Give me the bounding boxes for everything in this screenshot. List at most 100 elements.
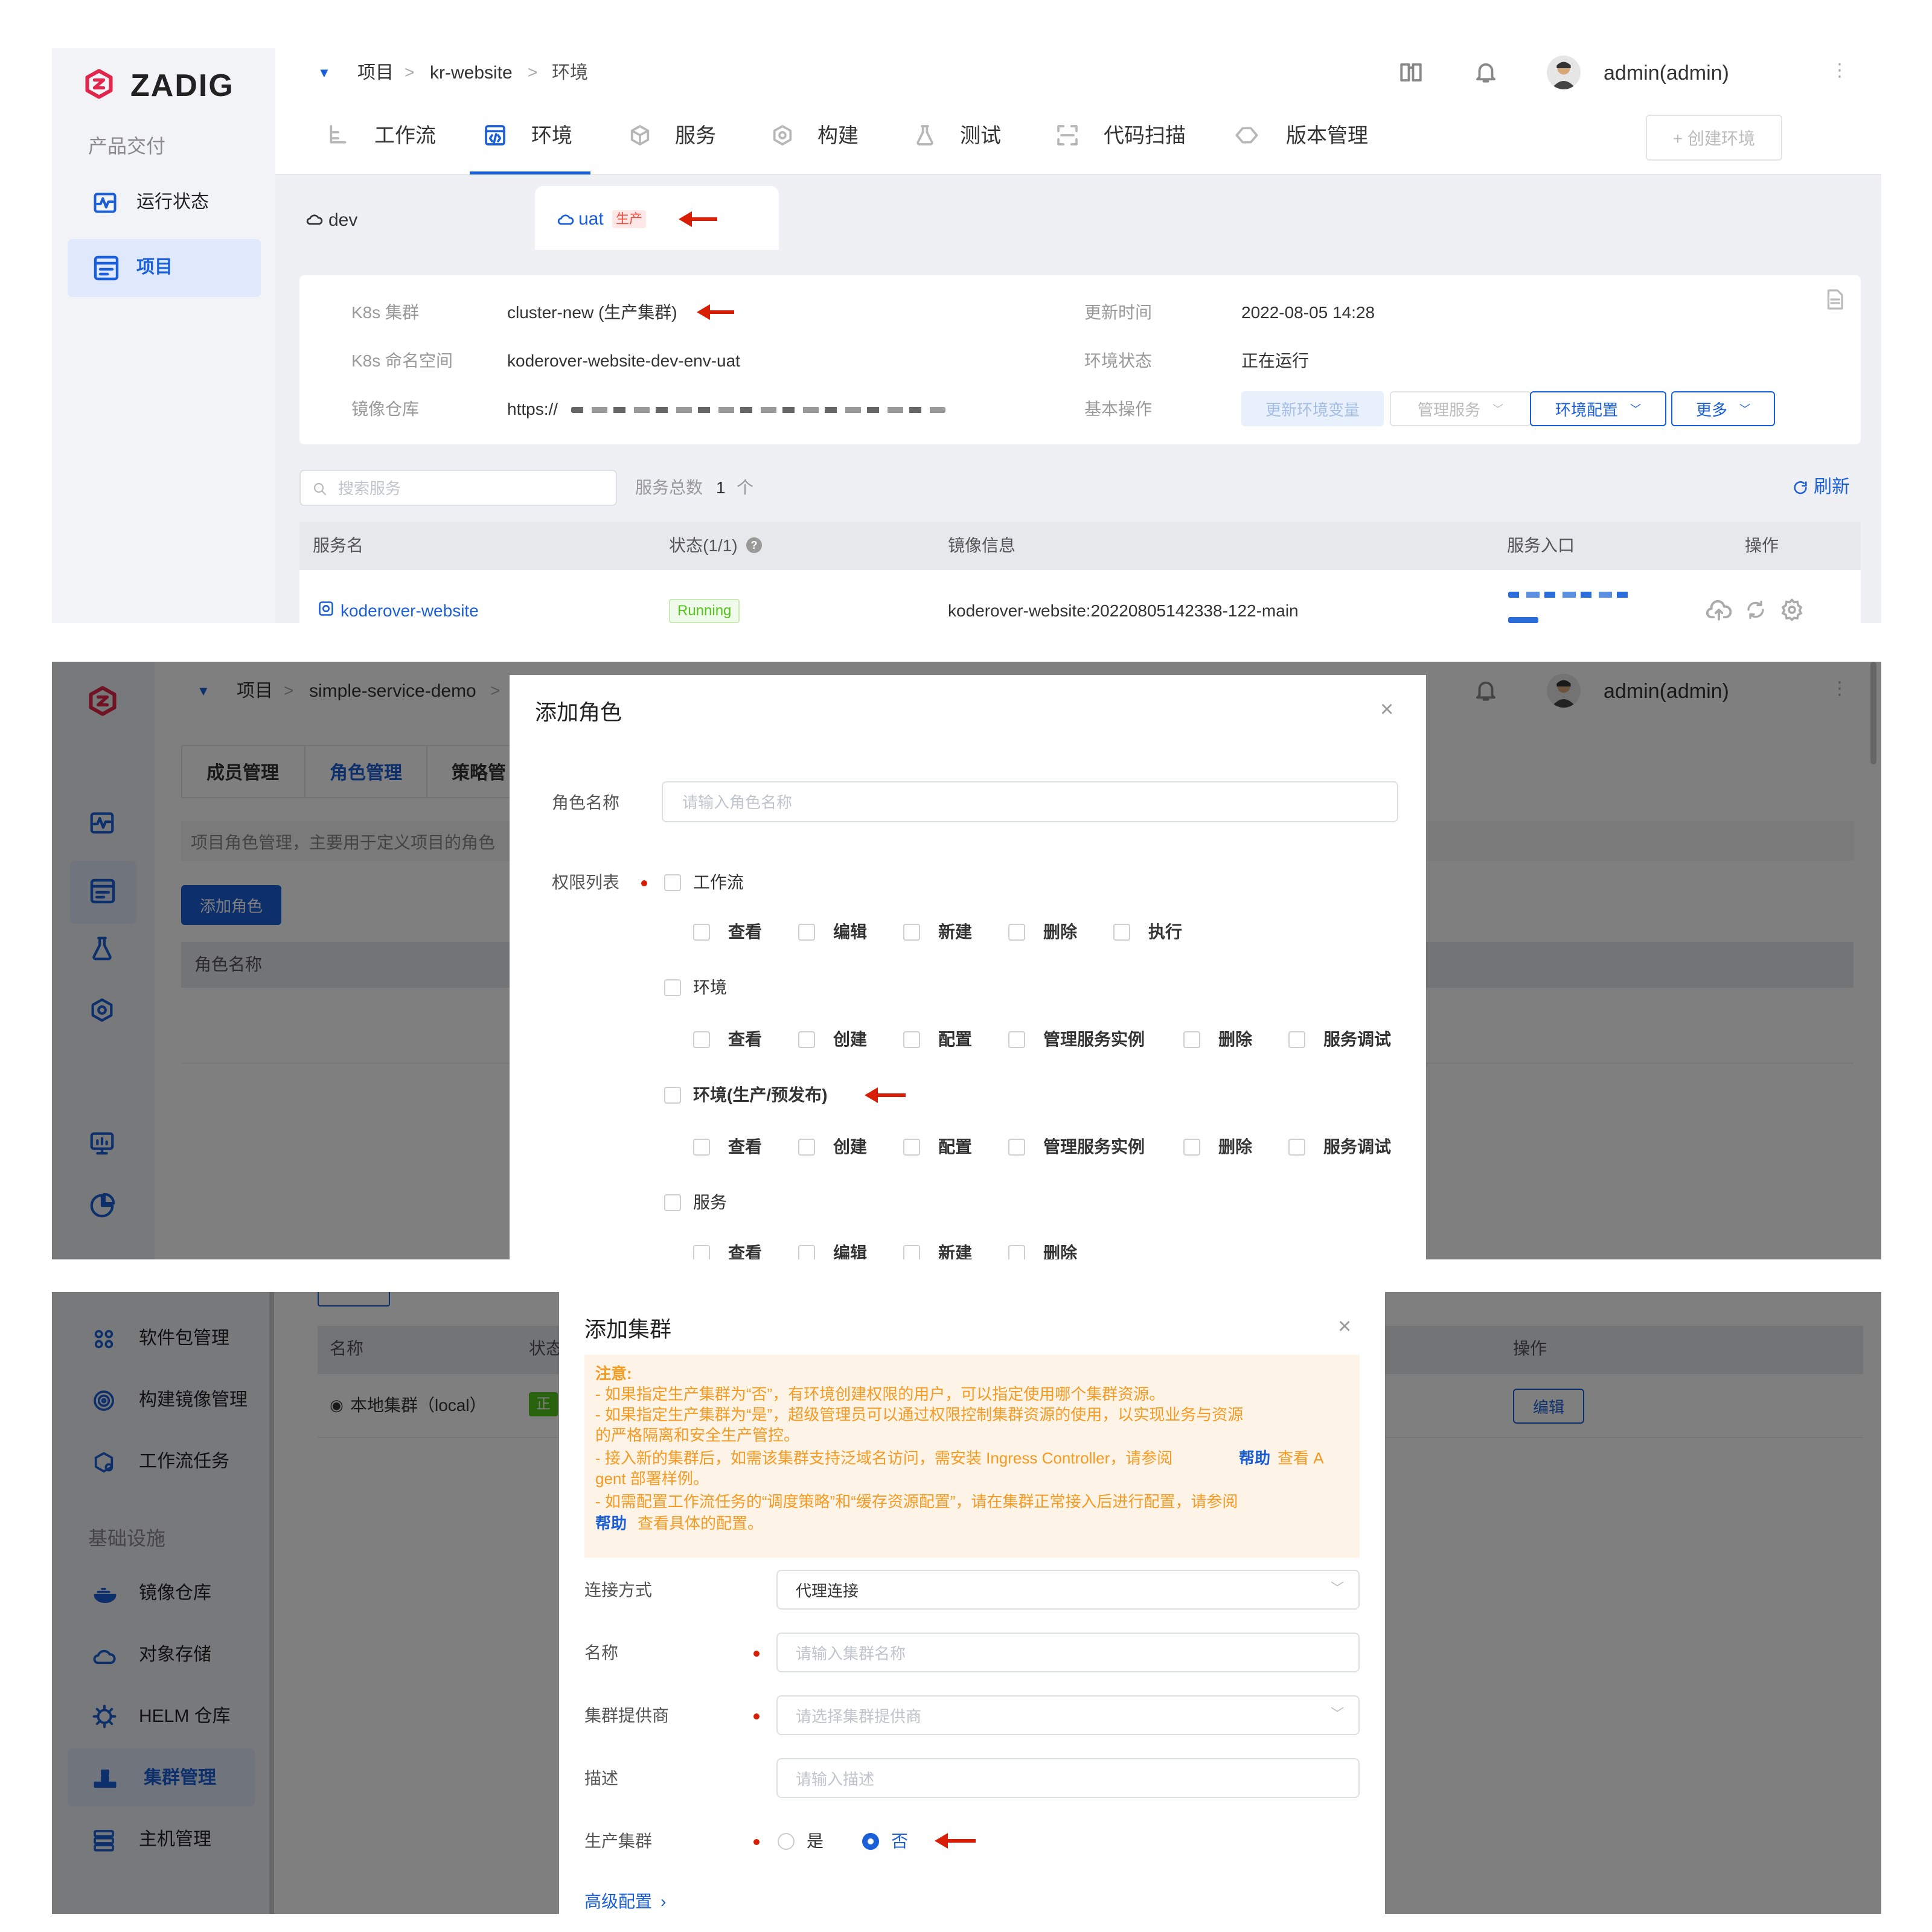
refresh-link[interactable]: 刷新 (1814, 478, 1850, 496)
repo-value: https:// (507, 400, 558, 418)
version-icon (1234, 123, 1259, 147)
avatar[interactable] (1547, 56, 1581, 89)
advanced-config-link[interactable]: 高级配置 › (584, 1893, 666, 1910)
workflow-icon (326, 123, 350, 147)
notice-line: - 接入新的集群后，如需该集群支持泛域名访问，需安装 Ingress Contr… (595, 1449, 1173, 1467)
tab-service[interactable]: 服务 (675, 126, 716, 146)
repo-label: 镜像仓库 (351, 400, 420, 418)
update-env-vars-button[interactable]: 更新环境变量 (1241, 391, 1384, 426)
content-area: dev uat 生产 K8s 集群 cluster-new (生产集群) K8s… (275, 175, 1881, 623)
blurred-service-entry (1508, 617, 1538, 623)
settings-icon[interactable] (1780, 598, 1804, 622)
perm-checkbox[interactable] (903, 1245, 920, 1259)
perm-checkbox[interactable] (693, 924, 710, 941)
workflow-checkbox[interactable] (664, 874, 681, 891)
tab-test[interactable]: 测试 (960, 126, 1001, 146)
provider-select[interactable]: 请选择集群提供商 ﹀ (776, 1695, 1360, 1735)
radio-yes[interactable] (778, 1833, 795, 1850)
perm-label: 删除 (1043, 923, 1078, 941)
namespace-value: koderover-website-dev-env-uat (507, 351, 740, 370)
perm-label: 新建 (938, 923, 973, 941)
perm-checkbox[interactable] (798, 1245, 815, 1259)
sidebar-item-project[interactable]: 项目 (68, 239, 261, 297)
upload-cloud-icon[interactable] (1706, 599, 1732, 621)
help-icon[interactable]: ? (746, 537, 762, 553)
env-config-button[interactable]: 环境配置 ﹀ (1530, 391, 1666, 426)
environment-icon (483, 123, 507, 147)
perm-checkbox[interactable] (693, 1139, 710, 1156)
perm-label: 创建 (833, 1137, 868, 1156)
breadcrumb-project[interactable]: kr-website (430, 64, 513, 82)
perm-checkbox[interactable] (1008, 924, 1025, 941)
perm-checkbox[interactable] (903, 1031, 920, 1048)
perm-label: 删除 (1043, 1244, 1078, 1260)
role-name-label: 角色名称 (552, 793, 620, 812)
radio-no[interactable] (862, 1833, 879, 1850)
restart-icon[interactable] (1745, 599, 1767, 621)
service-icon (318, 600, 334, 617)
perm-checkbox[interactable] (903, 1139, 920, 1156)
env-tab-dev[interactable]: dev (275, 186, 529, 250)
perm-checkbox[interactable] (1008, 1031, 1025, 1048)
required-dot (753, 1651, 760, 1657)
more-menu-icon[interactable]: ⋮ (1831, 62, 1849, 80)
tab-build[interactable]: 构建 (817, 126, 859, 146)
user-name[interactable]: admin(admin) (1604, 63, 1729, 83)
perm-checkbox[interactable] (1288, 1031, 1305, 1048)
tab-version[interactable]: 版本管理 (1286, 126, 1368, 146)
connection-value: 代理连接 (796, 1582, 859, 1600)
cloud-icon (305, 211, 324, 226)
create-env-button[interactable]: + 创建环境 (1646, 115, 1782, 161)
radio-yes-label[interactable]: 是 (807, 1833, 824, 1850)
flask-icon (913, 123, 937, 147)
image-info: koderover-website:20220805142338-122-mai… (948, 601, 1299, 620)
service-checkbox[interactable] (664, 1194, 681, 1211)
close-icon[interactable]: × (1380, 698, 1393, 721)
perm-checkbox[interactable] (1113, 924, 1130, 941)
radio-no-label[interactable]: 否 (891, 1833, 908, 1850)
provider-placeholder: 请选择集群提供商 (796, 1707, 922, 1726)
breadcrumb-dropdown-icon[interactable]: ▼ (318, 66, 331, 80)
bell-icon[interactable] (1473, 59, 1499, 85)
perm-checkbox[interactable] (1288, 1139, 1305, 1156)
environment-checkbox[interactable] (664, 979, 681, 996)
book-icon[interactable] (1398, 59, 1424, 85)
perm-checkbox[interactable] (1183, 1139, 1200, 1156)
tab-code-scan[interactable]: 代码扫描 (1104, 126, 1186, 146)
perm-checkbox[interactable] (903, 924, 920, 941)
chevron-down-icon: ﹀ (1331, 1706, 1345, 1721)
perm-checkbox[interactable] (1008, 1139, 1025, 1156)
perm-checkbox[interactable] (798, 1139, 815, 1156)
perm-checkbox[interactable] (1183, 1031, 1200, 1048)
perm-checkbox[interactable] (1008, 1245, 1025, 1259)
tab-workflow[interactable]: 工作流 (374, 126, 436, 146)
breadcrumb-root[interactable]: 项目 (357, 64, 394, 82)
search-services-input[interactable]: 搜索服务 (299, 470, 617, 506)
close-icon[interactable]: × (1338, 1315, 1351, 1338)
help-link[interactable]: 帮助 (1239, 1450, 1270, 1466)
sidebar-item-label: 项目 (136, 257, 173, 277)
perm-checkbox[interactable] (693, 1245, 710, 1259)
cluster-name-input[interactable]: 请输入集群名称 (776, 1633, 1360, 1672)
sidebar-item-status[interactable]: 运行状态 (68, 175, 261, 229)
description-input[interactable]: 请输入描述 (776, 1758, 1360, 1798)
service-table-header: 服务名 状态(1/1) ? 镜像信息 服务入口 操作 (299, 522, 1861, 570)
env-tab-uat[interactable]: uat 生产 (535, 186, 779, 250)
tab-environment[interactable]: 环境 (531, 126, 572, 146)
perm-checkbox[interactable] (798, 1031, 815, 1048)
manage-service-button[interactable]: 管理服务 ﹀ (1390, 391, 1531, 426)
service-name-link[interactable]: koderover-website (341, 603, 479, 619)
prod-environment-checkbox[interactable] (664, 1087, 681, 1104)
role-name-input[interactable]: 请输入角色名称 (662, 781, 1398, 822)
perm-checkbox[interactable] (798, 924, 815, 941)
document-icon[interactable] (1826, 289, 1844, 310)
chevron-down-icon: ﹀ (1492, 403, 1503, 415)
perm-checkbox[interactable] (693, 1031, 710, 1048)
connection-select[interactable]: 代理连接 ﹀ (776, 1570, 1360, 1610)
more-button[interactable]: 更多 ﹀ (1671, 391, 1775, 426)
refresh-icon[interactable] (1792, 479, 1809, 496)
help-link[interactable]: 帮助 (595, 1515, 627, 1531)
env-tab-label: uat (578, 209, 604, 229)
notice-line: - 如果指定生产集群为“是”，超级管理员可以通过权限控制集群资源的使用，以实现业… (595, 1406, 1244, 1424)
blurred-service-entry (1508, 592, 1629, 598)
